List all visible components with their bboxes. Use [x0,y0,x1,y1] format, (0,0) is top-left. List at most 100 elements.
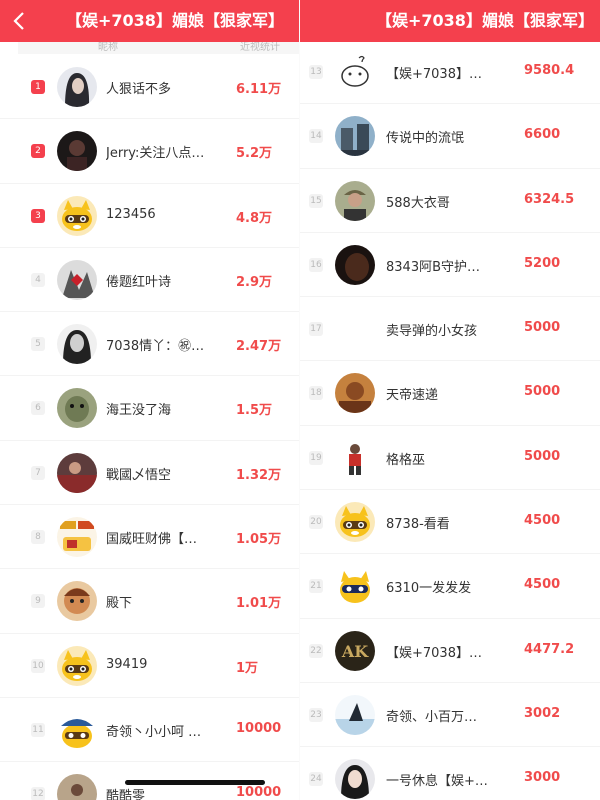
list-item[interactable]: 9 殿下 1.01万 [0,569,300,634]
rank-badge: 1 [31,80,45,94]
avatar[interactable] [335,244,375,285]
avatar[interactable]: AK [335,630,375,671]
user-name: 一号休息【娱+… [386,774,488,790]
user-name: 588大衣哥 [386,195,450,211]
contribution-value: 9580.4 [524,63,575,78]
rank-badge: 24 [309,772,323,787]
list-item[interactable]: 8 国威旺财佛【… 1.05万 [0,505,300,570]
contribution-value: 1.32万 [236,467,282,483]
rank-badge: 23 [309,707,323,722]
avatar[interactable] [57,517,97,558]
list-item[interactable]: 4 倦题红叶诗 2.9万 [0,248,300,313]
user-name: 奇领、小百万… [386,709,478,725]
contribution-value: 10000 [236,720,282,736]
list-item[interactable]: 15 588大衣哥 6324.5 [300,169,600,233]
avatar[interactable] [57,131,97,172]
user-name: 【娱+7038】… [386,67,482,82]
user-name: 123456 [106,206,156,222]
home-indicator[interactable] [125,780,265,785]
list-item[interactable]: 23 奇领、小百万… 3002 [300,683,600,748]
user-name: 卖导弹的小女孩 [386,324,478,340]
rank-badge: 12 [31,787,45,800]
contribution-value: 1.05万 [236,532,282,548]
user-name: 殿下 [106,596,133,612]
avatar[interactable] [57,67,97,107]
avatar[interactable] [57,709,97,750]
rank-badge: 2 [31,144,45,159]
contribution-value: 10000 [236,785,282,800]
list-item[interactable]: 2 Jerry:关注八点… 5.2万 [0,119,300,184]
avatar[interactable] [335,116,375,157]
avatar[interactable] [335,566,375,607]
list-item[interactable]: 1 人狠话不多 6.11万 [0,55,300,120]
avatar[interactable] [335,373,375,414]
list-item[interactable]: 7 戰國乄悟空 1.32万 [0,441,300,506]
contribution-value: 4500 [524,513,561,529]
rank-badge: 18 [309,386,323,401]
list-item[interactable]: 24 一号休息【娱+… 3000 [300,747,600,800]
list-item[interactable]: 3 123456 4.8万 [0,184,300,248]
avatar[interactable] [57,774,97,800]
user-name: 倦题红叶诗 [106,274,172,290]
contribution-value: 5000 [524,448,561,464]
contribution-value: 1万 [236,660,259,676]
avatar[interactable] [57,388,97,429]
contribution-value: 4500 [524,577,561,593]
column-stat-label: 近视统计 [240,42,280,53]
contribution-value: 6600 [524,127,561,143]
rank-badge: 3 [31,208,45,223]
back-arrow-icon[interactable] [12,11,26,31]
user-name: 8343阿B守护… [386,259,481,275]
list-item[interactable]: 10 39419 1万 [0,634,300,698]
list-item[interactable]: 5 7038情丫：㊗… 2.47万 [0,312,300,377]
avatar[interactable] [335,694,375,735]
user-name: 传说中的流氓 [386,131,465,147]
contribution-value: 3002 [524,705,561,721]
user-name: 6310一发发发 [386,581,472,597]
contribution-value: 5000 [524,320,561,336]
avatar[interactable] [57,324,97,365]
user-name: 酷酷零 [106,789,146,800]
rank-badge: 5 [31,337,45,352]
rank-badge: 22 [309,643,323,658]
rank-badge: 7 [31,465,45,480]
contribution-value: 2.47万 [236,339,282,355]
user-name: 7038情丫：㊗… [106,339,205,355]
ranking-list: 13 【娱+7038】… 9580.4 14 传说中的流氓 6600 15 58… [300,40,600,800]
header-bar: 【娱+7038】媚娘【狠家军】 [300,0,600,42]
contribution-value: 1.01万 [236,596,282,612]
avatar[interactable] [57,645,97,686]
list-item[interactable]: 17 卖导弹的小女孩 5000 [300,297,600,362]
avatar[interactable] [335,437,375,478]
list-item[interactable]: 20 8738-看看 4500 [300,490,600,555]
rank-badge: 21 [309,579,323,594]
avatar[interactable] [57,259,97,300]
contribution-value: 5.2万 [236,146,273,162]
list-item[interactable]: 16 8343阿B守护… 5200 [300,233,600,298]
contribution-value: 4.8万 [236,210,273,226]
user-name: 格格巫 [386,452,426,468]
avatar[interactable] [57,452,97,493]
user-name: 戰國乄悟空 [106,467,172,483]
list-item[interactable]: 19 格格巫 5000 [300,426,600,491]
avatar[interactable] [335,52,375,92]
avatar[interactable] [57,581,97,622]
list-item[interactable]: 11 奇领丶小小呵 … 10000 [0,698,300,763]
list-item[interactable]: 21 6310一发发发 4500 [300,554,600,619]
contribution-value: 5200 [524,255,561,271]
right-panel: 【娱+7038】媚娘【狠家军】 13 【娱+7038】… 9580.4 14 传… [300,0,600,800]
list-item[interactable]: 6 海王没了海 1.5万 [0,376,300,441]
avatar[interactable] [335,759,375,800]
user-name: 海王没了海 [106,403,172,419]
rank-badge: 11 [31,722,45,737]
page-title: 【娱+7038】媚娘【狠家军】 [376,11,594,30]
user-name: 8738-看看 [386,517,450,533]
rank-badge: 20 [309,515,323,530]
avatar[interactable] [335,502,375,543]
avatar[interactable] [57,195,97,236]
list-item[interactable]: 18 天帝速递 5000 [300,361,600,426]
list-item[interactable]: 13 【娱+7038】… 9580.4 [300,40,600,105]
avatar[interactable] [335,180,375,221]
list-item[interactable]: 22 AK 【娱+7038】… 4477.2 [300,619,600,683]
list-item[interactable]: 14 传说中的流氓 6600 [300,104,600,169]
